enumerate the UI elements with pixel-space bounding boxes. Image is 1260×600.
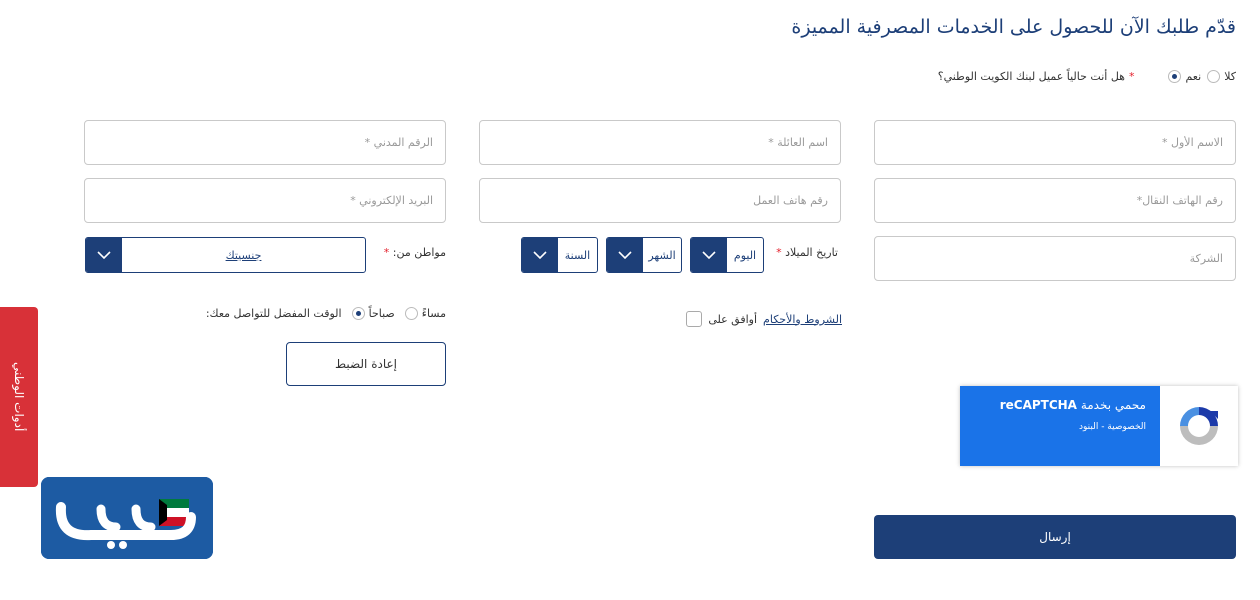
recaptcha-logo-icon bbox=[1160, 386, 1238, 466]
recaptcha-brand: reCAPTCHA bbox=[999, 398, 1077, 412]
option-yes[interactable]: نعم bbox=[1168, 69, 1202, 83]
first-name-field[interactable] bbox=[874, 120, 1236, 165]
required-mark: * bbox=[1128, 69, 1135, 83]
radio-morning[interactable] bbox=[351, 307, 365, 320]
work-phone-field[interactable] bbox=[479, 178, 841, 223]
terms-checkbox[interactable] bbox=[686, 311, 703, 327]
recaptcha-links[interactable]: الخصوصية - البنود bbox=[974, 422, 1146, 432]
kuwait-flag-pen-icon bbox=[41, 477, 213, 559]
radio-no[interactable] bbox=[1207, 69, 1221, 83]
recaptcha-text-panel: محمي بخدمة reCAPTCHA الخصوصية - البنود bbox=[960, 386, 1160, 466]
terms-link[interactable]: الشروط والأحكام bbox=[763, 313, 842, 326]
birth-month-value: الشهر bbox=[648, 248, 676, 262]
mobile-field[interactable] bbox=[874, 178, 1236, 223]
email-input[interactable] bbox=[85, 179, 445, 222]
birth-year-select[interactable]: السنة bbox=[521, 237, 598, 273]
mobile-input[interactable] bbox=[875, 179, 1235, 222]
chevron-down-icon[interactable] bbox=[522, 238, 558, 272]
email-field[interactable] bbox=[84, 178, 446, 223]
citizenship-label: مواطن من: * bbox=[384, 246, 446, 259]
customer-question: هل أنت حالياً عميل لبنك الكويت الوطني؟ *… bbox=[938, 66, 1236, 86]
option-evening-label: مساءً bbox=[421, 307, 446, 320]
side-tools-tab[interactable]: أدوات الوطني bbox=[0, 307, 38, 487]
customer-question-label: هل أنت حالياً عميل لبنك الكويت الوطني؟ bbox=[937, 69, 1125, 83]
family-name-input[interactable] bbox=[480, 121, 840, 164]
page-title: قدّم طلبك الآن للحصول على الخدمات المصرف… bbox=[791, 16, 1236, 38]
terms-prefix: أوافق على bbox=[708, 312, 758, 326]
recaptcha-protected-line: محمي بخدمة reCAPTCHA bbox=[974, 398, 1146, 412]
chevron-down-icon[interactable] bbox=[691, 238, 727, 272]
radio-yes[interactable] bbox=[1168, 69, 1182, 83]
option-yes-label: نعم bbox=[1185, 69, 1202, 83]
contact-time-row: الوقت المفضل للتواصل معك: صباحاً مساءً bbox=[192, 307, 446, 320]
terms-row: أوافق على الشروط والأحكام bbox=[686, 311, 842, 327]
citizenship-label-text: مواطن من: bbox=[392, 246, 446, 259]
birth-year-value: السنة bbox=[564, 248, 591, 262]
reset-button[interactable]: إعادة الضبط bbox=[286, 342, 446, 386]
work-phone-input[interactable] bbox=[480, 179, 840, 222]
required-mark: * bbox=[383, 246, 390, 259]
option-morning-label: صباحاً bbox=[368, 307, 395, 320]
civil-id-field[interactable] bbox=[84, 120, 446, 165]
birth-day-select[interactable]: اليوم bbox=[690, 237, 764, 273]
company-input[interactable] bbox=[875, 237, 1235, 280]
company-field[interactable] bbox=[874, 236, 1236, 281]
chevron-down-icon[interactable] bbox=[86, 238, 122, 272]
wiki-logo bbox=[41, 477, 213, 559]
submit-button[interactable]: إرسال bbox=[874, 515, 1236, 559]
chevron-down-icon[interactable] bbox=[607, 238, 643, 272]
birth-month-select[interactable]: الشهر bbox=[606, 237, 682, 273]
recaptcha-widget[interactable]: محمي بخدمة reCAPTCHA الخصوصية - البنود bbox=[960, 386, 1238, 466]
radio-evening[interactable] bbox=[404, 307, 418, 320]
side-tools-label: أدوات الوطني bbox=[12, 362, 26, 432]
first-name-input[interactable] bbox=[875, 121, 1235, 164]
option-morning[interactable]: صباحاً bbox=[351, 307, 395, 320]
option-no[interactable]: كلا bbox=[1207, 69, 1236, 83]
recaptcha-protected-text: محمي بخدمة bbox=[1080, 398, 1146, 412]
option-no-label: كلا bbox=[1224, 69, 1236, 83]
contact-time-label: الوقت المفضل للتواصل معك: bbox=[205, 307, 342, 320]
option-evening[interactable]: مساءً bbox=[404, 307, 446, 320]
required-mark: * bbox=[776, 246, 782, 259]
birth-day-value: اليوم bbox=[733, 248, 757, 262]
birth-date-label-text: تاريخ الميلاد bbox=[785, 246, 838, 259]
citizenship-value: جنسيتك bbox=[225, 248, 262, 262]
civil-id-input[interactable] bbox=[85, 121, 445, 164]
family-name-field[interactable] bbox=[479, 120, 841, 165]
birth-date-label: تاريخ الميلاد * bbox=[776, 246, 838, 259]
citizenship-select[interactable]: جنسيتك bbox=[85, 237, 366, 273]
